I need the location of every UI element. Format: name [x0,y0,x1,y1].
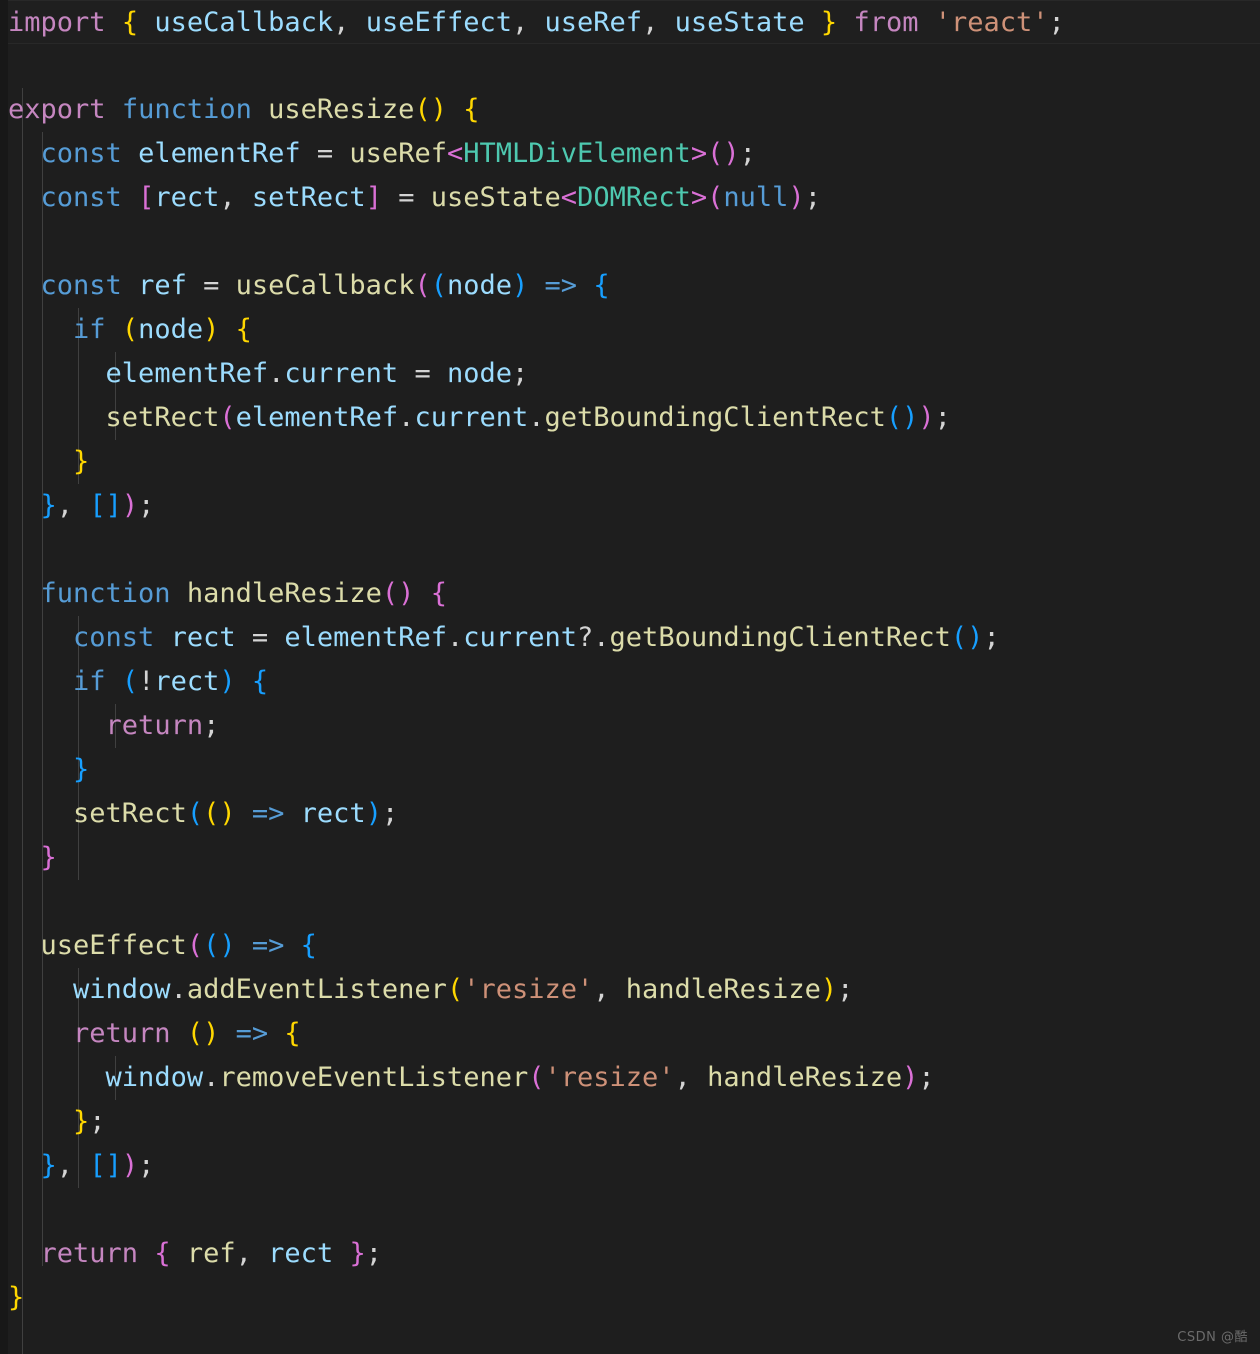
code-line[interactable]: } [0,440,1260,484]
code-line[interactable]: const [rect, setRect] = useState<DOMRect… [0,176,1260,220]
code-line-text: return; [105,710,220,741]
code-line-text: const rect = elementRef.current?.getBoun… [73,622,1000,653]
code-line[interactable]: if (!rect) { [0,660,1260,704]
code-line[interactable]: const ref = useCallback((node) => { [0,264,1260,308]
code-line-text: if (!rect) { [73,666,269,697]
code-line[interactable]: const rect = elementRef.current?.getBoun… [0,616,1260,660]
code-line[interactable]: setRect(elementRef.current.getBoundingCl… [0,396,1260,440]
code-line-text: elementRef.current = node; [105,358,529,389]
code-line-text: const [rect, setRect] = useState<DOMRect… [40,182,821,213]
code-line-text: } [40,842,57,873]
code-line[interactable]: return { ref, rect }; [0,1232,1260,1276]
code-line[interactable]: const elementRef = useRef<HTMLDivElement… [0,132,1260,176]
code-line[interactable] [0,1188,1260,1232]
code-line-text: function handleResize() { [40,578,447,609]
code-line-text: }, []); [40,1150,155,1181]
code-line[interactable]: function handleResize() { [0,572,1260,616]
code-line[interactable]: return; [0,704,1260,748]
code-line[interactable]: if (node) { [0,308,1260,352]
code-line-text: if (node) { [73,314,252,345]
code-line[interactable] [0,220,1260,264]
code-line[interactable]: useEffect(() => { [0,924,1260,968]
code-line-text: } [73,754,90,785]
code-line[interactable] [0,44,1260,88]
editor-left-edge [0,0,8,1354]
code-line-text: } [8,1282,25,1313]
code-line[interactable] [0,880,1260,924]
code-line[interactable]: }; [0,1100,1260,1144]
code-line-text: setRect(() => rect); [73,798,399,829]
code-line-text: } [73,446,90,477]
code-line[interactable]: return () => { [0,1012,1260,1056]
code-line-text: window.addEventListener('resize', handle… [73,974,854,1005]
code-line[interactable]: setRect(() => rect); [0,792,1260,836]
code-line-text: }, []); [40,490,155,521]
code-line-text: const elementRef = useRef<HTMLDivElement… [40,138,756,169]
code-line-text: useEffect(() => { [40,930,317,961]
code-line[interactable]: } [0,836,1260,880]
code-line-text: return { ref, rect }; [40,1238,382,1269]
csdn-watermark: CSDN @酷 [1177,1330,1248,1345]
code-line-text: import { useCallback, useEffect, useRef,… [8,7,1065,38]
code-content[interactable]: import { useCallback, useEffect, useRef,… [0,0,1260,1354]
code-line-text: window.removeEventListener('resize', han… [105,1062,935,1093]
code-line-text: export function useResize() { [8,94,480,125]
code-line[interactable]: }, []); [0,484,1260,528]
code-line[interactable]: } [0,748,1260,792]
code-line[interactable]: export function useResize() { [0,88,1260,132]
code-line[interactable]: window.removeEventListener('resize', han… [0,1056,1260,1100]
code-line[interactable]: import { useCallback, useEffect, useRef,… [0,0,1260,44]
code-line[interactable]: }, []); [0,1144,1260,1188]
code-line-text: }; [73,1106,106,1137]
code-line[interactable]: elementRef.current = node; [0,352,1260,396]
code-line-text: setRect(elementRef.current.getBoundingCl… [105,402,951,433]
code-editor[interactable]: import { useCallback, useEffect, useRef,… [0,0,1260,1354]
code-line-text: const ref = useCallback((node) => { [40,270,610,301]
code-line[interactable]: } [0,1276,1260,1320]
code-line-text: return () => { [73,1018,301,1049]
code-line[interactable] [0,528,1260,572]
code-line[interactable]: window.addEventListener('resize', handle… [0,968,1260,1012]
